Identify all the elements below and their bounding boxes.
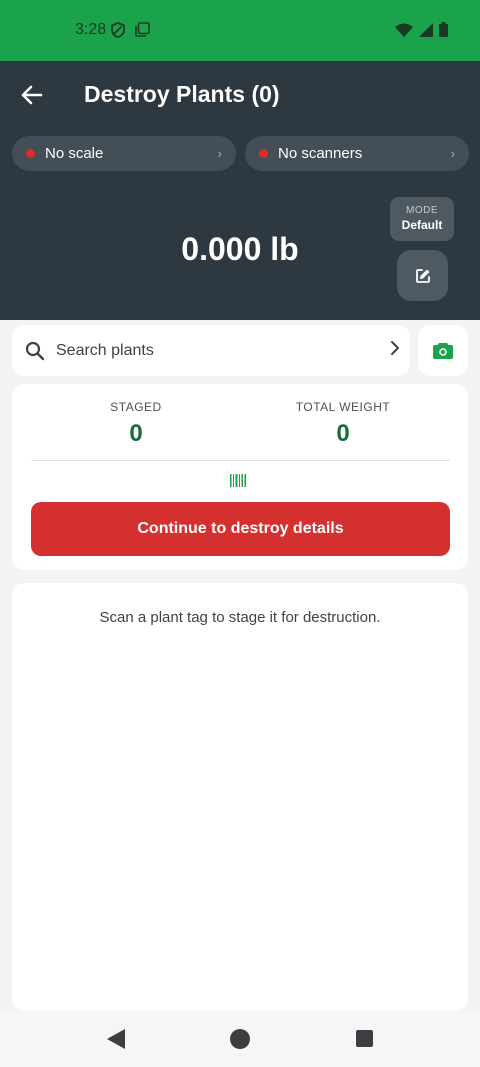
header-panel: Destroy Plants (0) No scale › No scanner… <box>0 61 480 320</box>
staged-value: 0 <box>129 420 143 447</box>
chevron-right-icon: › <box>217 146 222 161</box>
wifi-icon <box>395 23 413 37</box>
search-plants-bar[interactable]: Search plants <box>12 325 410 376</box>
search-input[interactable]: Search plants <box>56 342 390 360</box>
back-button[interactable] <box>16 79 48 111</box>
scale-status-label: No scale <box>45 145 104 162</box>
barcode-icon <box>230 474 246 487</box>
camera-scan-button[interactable] <box>418 325 468 376</box>
divider <box>31 460 450 461</box>
nav-recents-icon[interactable] <box>356 1030 373 1047</box>
edit-weight-button[interactable] <box>397 250 448 301</box>
nav-home-icon[interactable] <box>230 1029 250 1049</box>
staged-stat: STAGED 0 <box>36 400 236 448</box>
total-weight-value: 0 <box>336 420 350 447</box>
search-icon <box>25 340 47 362</box>
staged-plants-list: Scan a plant tag to stage it for destruc… <box>12 583 468 1011</box>
shield-icon <box>111 22 125 38</box>
total-weight-label: TOTAL WEIGHT <box>295 400 391 414</box>
arrow-left-icon <box>21 85 43 105</box>
scale-status-dot <box>26 149 35 158</box>
continue-to-destroy-details-button[interactable]: Continue to destroy details <box>31 502 450 556</box>
system-nav-bar <box>0 1011 480 1067</box>
scanner-status-label: No scanners <box>278 145 363 162</box>
scale-status-button[interactable]: No scale › <box>12 136 236 171</box>
staged-label: STAGED <box>110 400 162 414</box>
continue-label: Continue to destroy details <box>137 520 344 537</box>
page-title: Destroy Plants (0) <box>84 81 280 107</box>
chevron-right-icon: › <box>450 146 455 161</box>
mode-label: MODE <box>406 205 438 216</box>
camera-icon <box>433 343 453 359</box>
total-weight-stat: TOTAL WEIGHT 0 <box>243 400 443 448</box>
status-time: 3:28 <box>75 21 107 38</box>
staging-summary-card: STAGED 0 TOTAL WEIGHT 0 Continue to dest… <box>12 384 468 570</box>
edit-icon <box>415 268 430 283</box>
nav-back-icon[interactable] <box>106 1028 126 1050</box>
status-bar: 3:28 <box>0 0 480 61</box>
signal-icon <box>419 22 433 37</box>
battery-icon <box>439 22 448 37</box>
clipboard-icon <box>135 22 150 37</box>
scanner-status-button[interactable]: No scanners › <box>245 136 469 171</box>
scanner-status-dot <box>259 149 268 158</box>
empty-state-message: Scan a plant tag to stage it for destruc… <box>99 609 381 626</box>
chevron-right-icon <box>390 340 400 361</box>
mode-value: Default <box>401 218 443 232</box>
